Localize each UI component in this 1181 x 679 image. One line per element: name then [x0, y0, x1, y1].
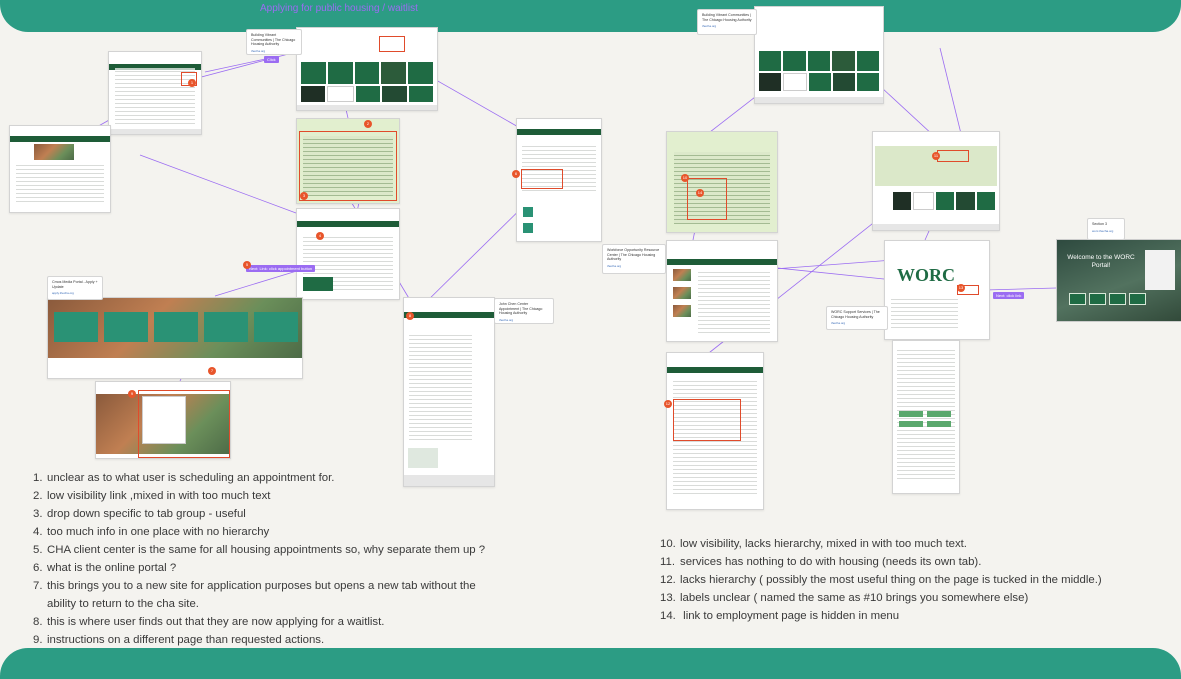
flow-tag: Click: [264, 56, 279, 63]
board-title: Applying for public housing / waitlist: [260, 3, 418, 14]
portal-option[interactable]: [1089, 293, 1106, 305]
portal-login-box[interactable]: [1145, 250, 1175, 290]
source-card-url: thecha.org: [607, 264, 622, 269]
issue-badge-10: 10: [681, 174, 689, 182]
cha-home-screenshot[interactable]: [296, 27, 438, 111]
note-item: 9. instructions on a different page than …: [33, 634, 325, 646]
worc-services-screenshot[interactable]: [892, 340, 960, 494]
cha-housing-screenshot[interactable]: [108, 51, 202, 135]
note-item: 5. CHA client center is the same for all …: [33, 544, 486, 556]
cha-home-screenshot-2[interactable]: [754, 6, 884, 104]
note-item: 13. labels unclear ( named the same as #1…: [660, 592, 1029, 604]
source-card[interactable]: WORC Support Services | The Chicago Hous…: [826, 306, 888, 330]
issue-badge-11: 11: [932, 152, 940, 160]
note-item: 11. services has nothing to do with housi…: [660, 556, 982, 568]
source-card-title: WORC Support Services | The Chicago Hous…: [831, 310, 880, 319]
note-item: 14. link to employment page is hidden in…: [660, 610, 900, 622]
source-card-title: Workforce Opportunity Resource Center | …: [607, 248, 660, 262]
issue-badge-5: 5: [243, 261, 251, 269]
cha-menu-screenshot[interactable]: [296, 118, 400, 204]
cha-online-portal-screenshot[interactable]: [516, 118, 602, 242]
issue-badge-6: 6: [512, 170, 520, 178]
issue-badge-8: 8: [406, 312, 414, 320]
note-item: 1. unclear as to what user is scheduling …: [33, 472, 335, 484]
issue-badge-3: 3: [300, 192, 308, 200]
note-item: 4. too much info in one place with no hie…: [33, 526, 270, 538]
flow-tag: Next: click link: [993, 292, 1025, 299]
issue-badge-13: 13: [957, 284, 965, 292]
cha-login-screenshot[interactable]: [95, 381, 231, 459]
source-card-title: Cmos Media Portal - Apply + Update: [52, 280, 98, 289]
source-card-url: thecha.org: [251, 49, 266, 54]
note-item: 2. low visibility link ,mixed in with too…: [33, 490, 271, 502]
issue-badge-12: 12: [664, 400, 672, 408]
worc-portal-screenshot[interactable]: Welcome to the WORC Portal!: [1056, 239, 1181, 322]
issue-badge-2: 2: [364, 120, 372, 128]
note-item: 7. this brings you to a new site for appl…: [33, 580, 476, 592]
source-card-url: thecha.org: [702, 24, 717, 29]
cha-programs-screenshot[interactable]: [666, 240, 778, 342]
source-card-url: thecha.org: [831, 321, 846, 326]
issue-badge-4: 4: [316, 232, 324, 240]
top-band: [0, 0, 1181, 32]
issue-badge-9: 9: [128, 390, 136, 398]
issue-badge-1: 1: [188, 79, 196, 87]
source-card[interactable]: Workforce Opportunity Resource Center | …: [602, 244, 666, 274]
cha-waitlist-form-screenshot[interactable]: [403, 297, 495, 487]
source-card-title: John Chen Center Appointment | The Chica…: [499, 302, 543, 316]
note-item: ability to return to the cha site.: [47, 598, 199, 610]
source-card-title: Building Vibrant Communities | The Chica…: [251, 33, 296, 47]
source-card[interactable]: Building Vibrant Communities | The Chica…: [246, 29, 302, 55]
cha-services-screenshot[interactable]: [872, 131, 1000, 231]
portal-option[interactable]: [1129, 293, 1146, 305]
note-item: 10. low visibility, lacks hierarchy, mixe…: [660, 538, 967, 550]
note-item: 8. this is where user finds out that they…: [33, 616, 385, 628]
portal-option[interactable]: [1109, 293, 1126, 305]
source-card[interactable]: Building Vibrant Communities | The Chica…: [697, 9, 757, 35]
portal-option[interactable]: [1069, 293, 1086, 305]
worc-landing-screenshot[interactable]: WORC: [884, 240, 990, 340]
issue-badge-7: 7: [208, 367, 216, 375]
note-item: 6. what is the online portal ?: [33, 562, 177, 574]
note-item: 12. lacks hierarchy ( possibly the most u…: [660, 574, 1102, 586]
source-card-url: apply.thecha.org: [52, 291, 74, 296]
bottom-band: [0, 648, 1181, 679]
source-card-url: worc.thecha.org: [1092, 228, 1114, 233]
cha-appointment-screenshot[interactable]: [296, 208, 400, 300]
flow-tag: Next: Link: click appointment button: [246, 265, 316, 272]
source-card-title: Section 3: [1092, 222, 1107, 226]
issue-badge-14: 14: [696, 189, 704, 197]
cha-residents-screenshot[interactable]: [9, 125, 111, 213]
source-card[interactable]: John Chen Center Appointment | The Chica…: [494, 298, 554, 324]
portal-welcome: Welcome to the WORC Portal!: [1067, 254, 1135, 269]
apply-portal-screenshot[interactable]: [47, 297, 303, 379]
source-card[interactable]: Section 3 worc.thecha.org: [1087, 218, 1125, 240]
cha-menu-screenshot-2[interactable]: [666, 131, 778, 233]
note-item: 3. drop down specific to tab group - usef…: [33, 508, 246, 520]
source-card-url: thecha.org: [499, 318, 514, 323]
notes-right: 10. low visibility, lacks hierarchy, mixe…: [660, 535, 1170, 625]
source-card-title: Building Vibrant Communities | The Chica…: [702, 13, 752, 22]
source-card[interactable]: Cmos Media Portal - Apply + Update apply…: [47, 276, 103, 300]
worc-logo: WORC: [897, 265, 955, 285]
cha-worc-services-screenshot[interactable]: [666, 352, 764, 510]
notes-left: 1. unclear as to what user is scheduling …: [33, 469, 573, 649]
